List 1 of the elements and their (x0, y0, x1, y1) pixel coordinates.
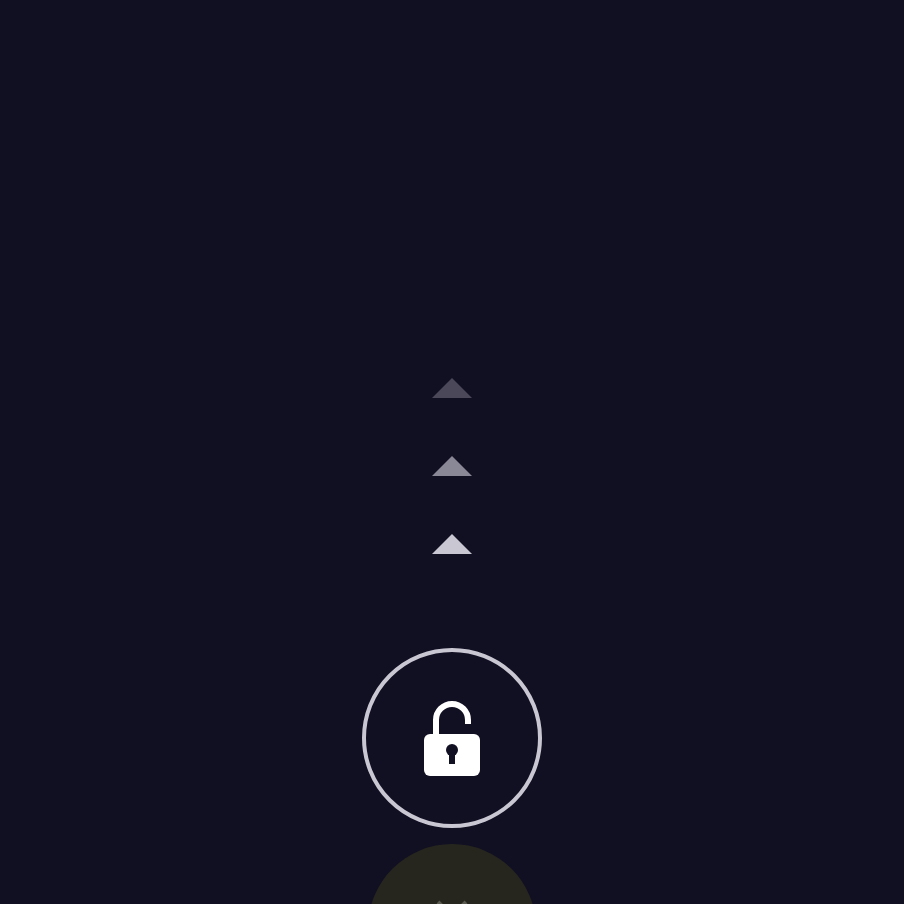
unlock-button[interactable] (362, 648, 542, 828)
